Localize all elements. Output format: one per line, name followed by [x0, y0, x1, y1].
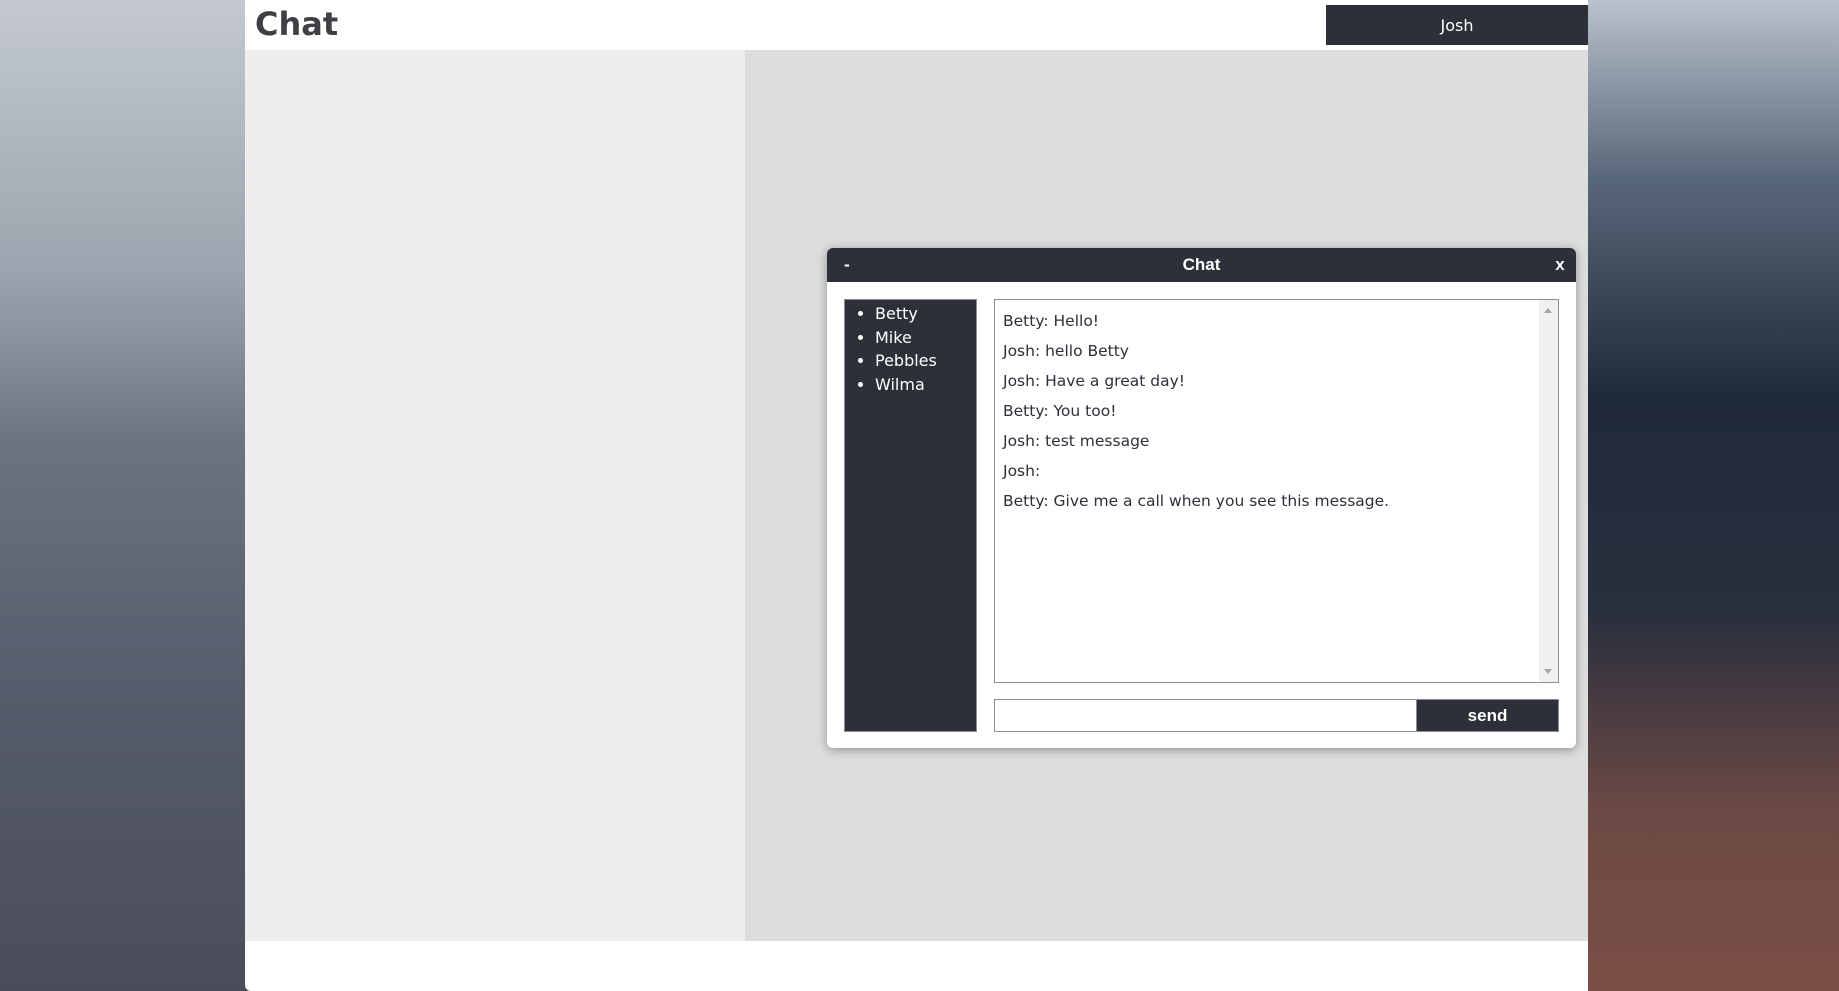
left-content-panel — [245, 50, 745, 941]
send-button[interactable]: send — [1416, 699, 1559, 732]
message-item: Josh: Have a great day! — [1003, 372, 1185, 390]
scroll-up-icon[interactable] — [1544, 308, 1552, 313]
close-button[interactable]: x — [1552, 248, 1568, 282]
users-list: Betty Mike Pebbles Wilma — [845, 300, 976, 396]
user-item-pebbles[interactable]: Pebbles — [875, 349, 976, 373]
users-list-panel: Betty Mike Pebbles Wilma — [844, 299, 977, 732]
chat-window-header[interactable]: Chat - x — [827, 248, 1576, 282]
message-item: Josh: hello Betty — [1003, 342, 1129, 360]
current-user-button[interactable]: Josh — [1326, 5, 1588, 45]
messages-area[interactable]: Betty: Hello! Josh: hello Betty Josh: Ha… — [994, 299, 1559, 683]
scroll-down-icon[interactable] — [1544, 669, 1552, 674]
minimize-button[interactable]: - — [839, 248, 855, 282]
page-title: Chat — [255, 5, 339, 43]
chat-window: Chat - x Betty Mike Pebbles Wilma Betty:… — [827, 248, 1576, 748]
user-item-betty[interactable]: Betty — [875, 302, 976, 326]
message-item: Josh: test message — [1003, 432, 1150, 450]
chat-window-title: Chat — [1182, 255, 1221, 274]
message-item: Josh: — [1003, 462, 1041, 480]
chat-page: Chat Josh Chat - x Betty Mike Pebbles Wi… — [245, 0, 1588, 991]
message-list: Betty: Hello! Josh: hello Betty Josh: Ha… — [1003, 306, 1533, 516]
message-input[interactable] — [994, 699, 1417, 732]
desktop-background-right — [1588, 0, 1839, 991]
user-item-mike[interactable]: Mike — [875, 326, 976, 350]
message-item: Betty: Give me a call when you see this … — [1003, 492, 1390, 510]
message-item: Betty: You too! — [1003, 402, 1117, 420]
messages-scrollbar[interactable] — [1539, 300, 1558, 682]
user-item-wilma[interactable]: Wilma — [875, 373, 976, 397]
message-item: Betty: Hello! — [1003, 312, 1100, 330]
